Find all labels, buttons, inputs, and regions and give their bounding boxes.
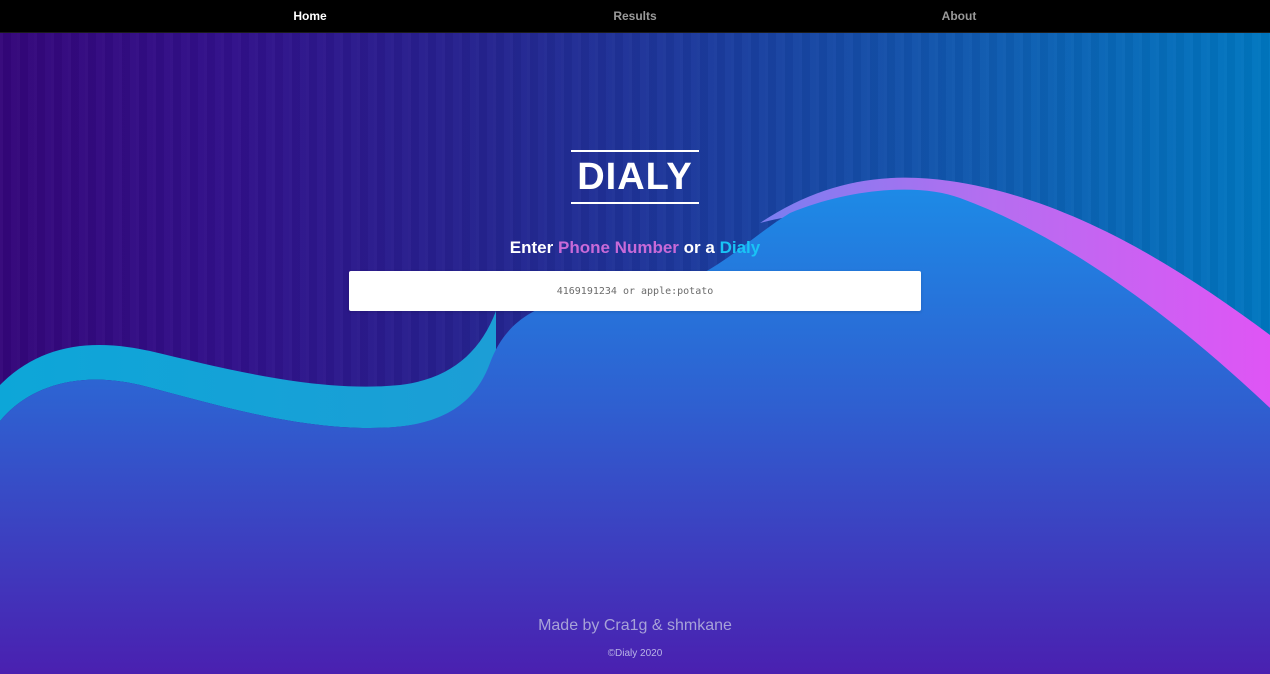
- dialy-logo: DIALY: [571, 150, 699, 204]
- nav-about-link[interactable]: About: [859, 0, 1059, 33]
- footer-copyright: ©Dialy 2020: [607, 648, 663, 659]
- prompt-prefix: Enter: [509, 238, 554, 257]
- wave-decoration: [0, 177, 1270, 674]
- top-navbar: Home Results About: [0, 0, 1270, 33]
- nav-results-link[interactable]: Results: [535, 0, 735, 33]
- search-input[interactable]: [349, 271, 921, 311]
- nav-home-link[interactable]: Home: [210, 0, 410, 33]
- prompt-dialy: Dialy: [719, 238, 761, 257]
- prompt-phone-number: Phone Number: [558, 238, 679, 257]
- prompt-middle: or a: [683, 238, 715, 257]
- footer-credits: Made by Cra1g & shmkane: [538, 617, 732, 634]
- main-wave: [0, 189, 1270, 674]
- hero-section: DIALY Enter Phone Number or a Dialy Made…: [0, 33, 1270, 674]
- search-prompt: Enter Phone Number or a Dialy: [0, 238, 1270, 258]
